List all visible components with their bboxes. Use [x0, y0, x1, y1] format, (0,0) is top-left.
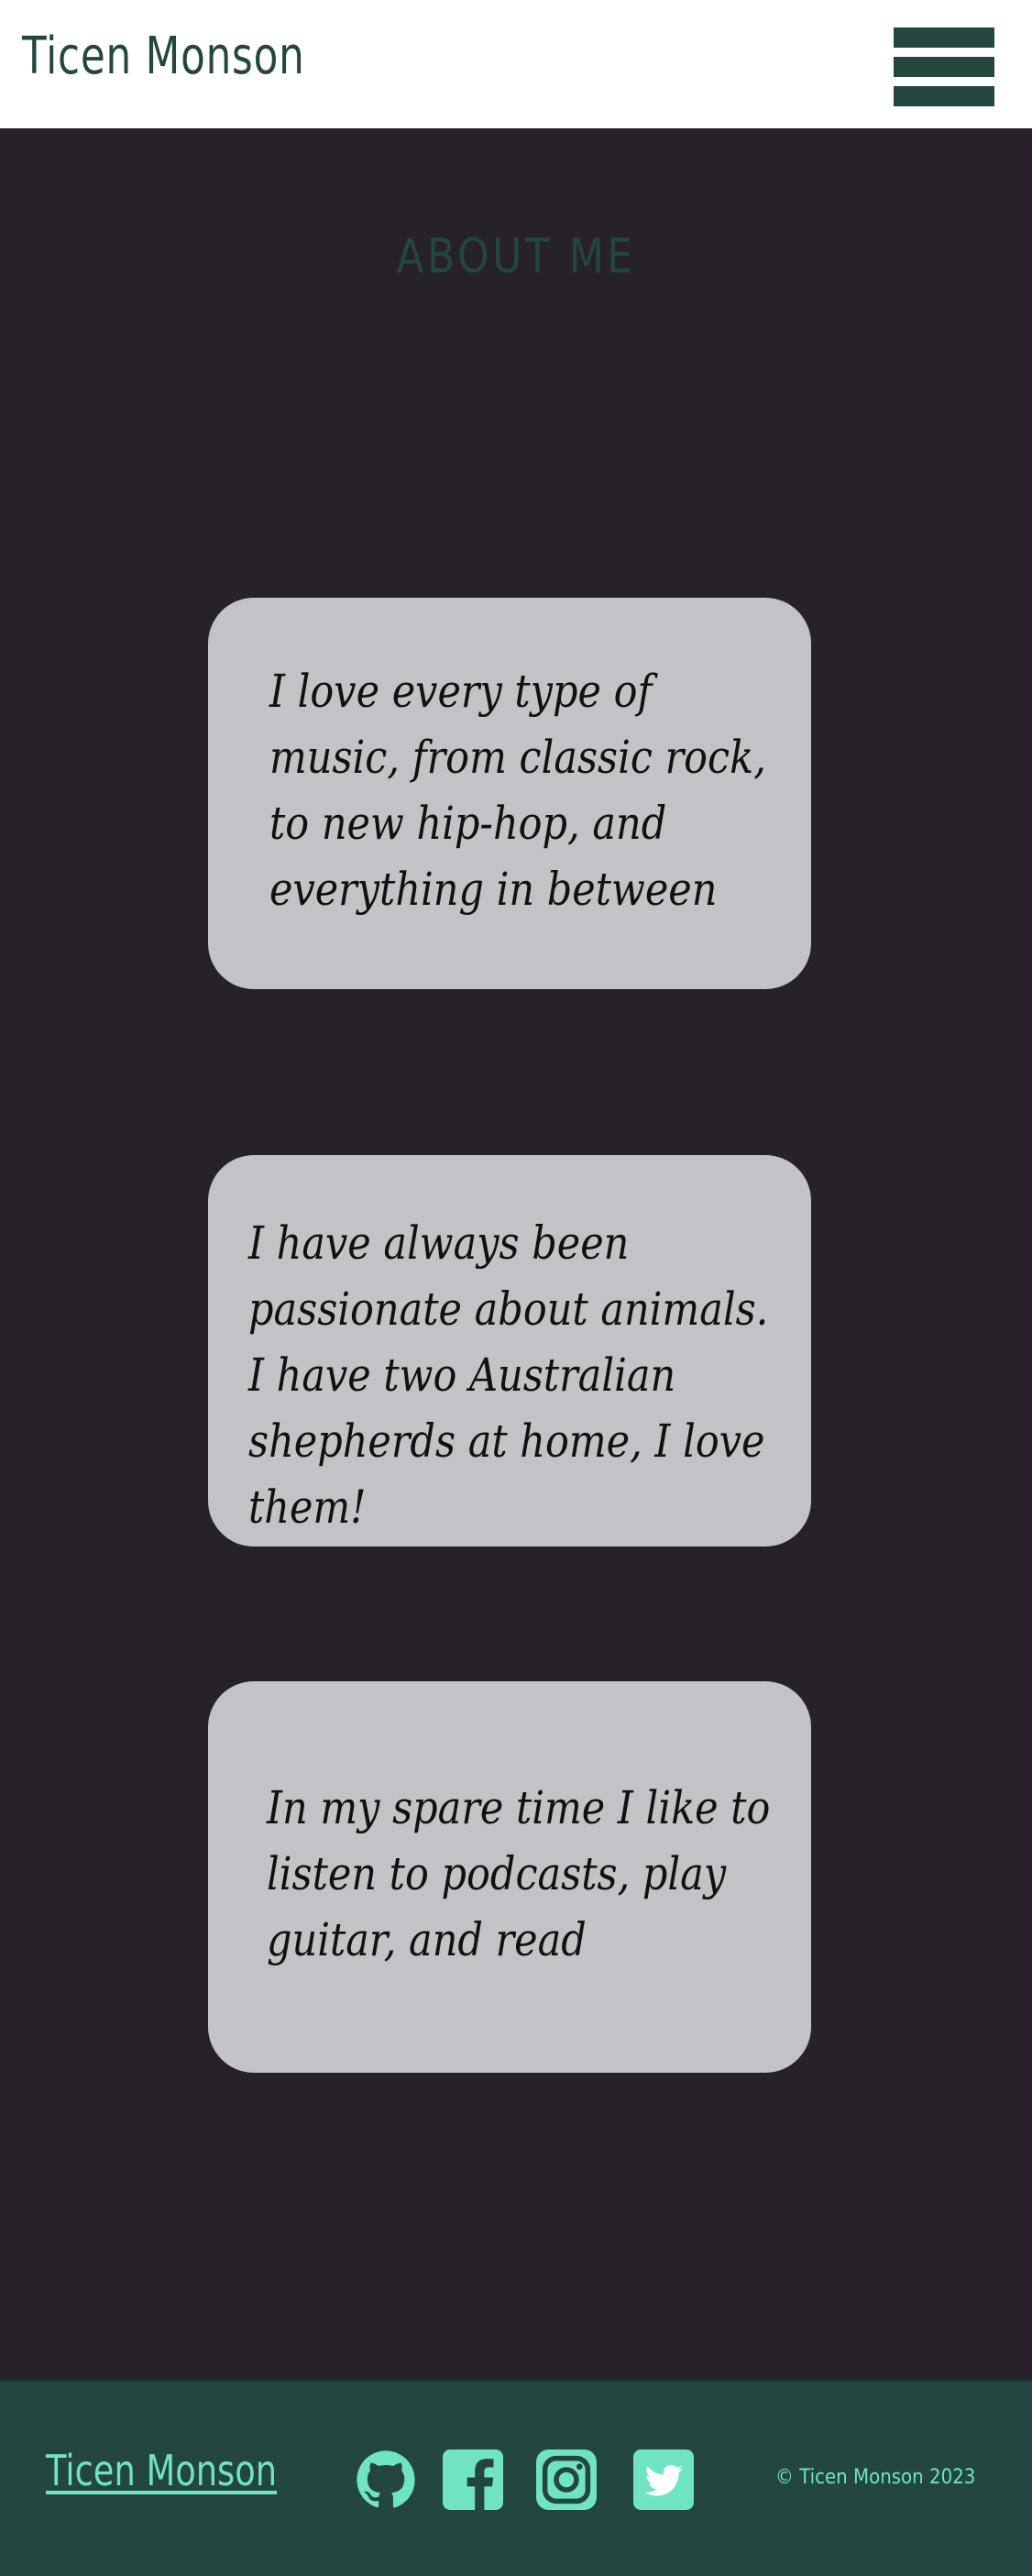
- section-title: ABOUT ME: [396, 229, 636, 284]
- about-card-text: I love every type of music, from classic…: [269, 665, 766, 916]
- about-card-text: In my spare time I like to listen to pod…: [267, 1781, 771, 1966]
- about-card-animals: I have always been passionate about anim…: [208, 1155, 811, 1547]
- footer-brand-link[interactable]: Ticen Monson: [46, 2442, 277, 2499]
- copyright-text: © Ticen Monson 2023: [775, 2466, 976, 2489]
- instagram-icon[interactable]: [536, 2449, 597, 2510]
- site-footer: Ticen Monson © Ticen Monson 2023: [0, 2380, 1032, 2576]
- menu-bar: [894, 28, 994, 48]
- menu-bar: [894, 86, 994, 106]
- hamburger-menu-icon[interactable]: [894, 28, 994, 106]
- about-card-hobbies: In my spare time I like to listen to pod…: [208, 1681, 811, 2073]
- site-brand[interactable]: Ticen Monson: [22, 24, 305, 90]
- about-card-music: I love every type of music, from classic…: [208, 598, 811, 989]
- menu-bar: [894, 57, 994, 77]
- about-card-text: I have always been passionate about anim…: [248, 1216, 769, 1534]
- github-icon[interactable]: [356, 2449, 416, 2510]
- site-header: Ticen Monson: [0, 0, 1032, 128]
- facebook-icon[interactable]: [443, 2449, 503, 2510]
- twitter-icon[interactable]: [633, 2449, 694, 2510]
